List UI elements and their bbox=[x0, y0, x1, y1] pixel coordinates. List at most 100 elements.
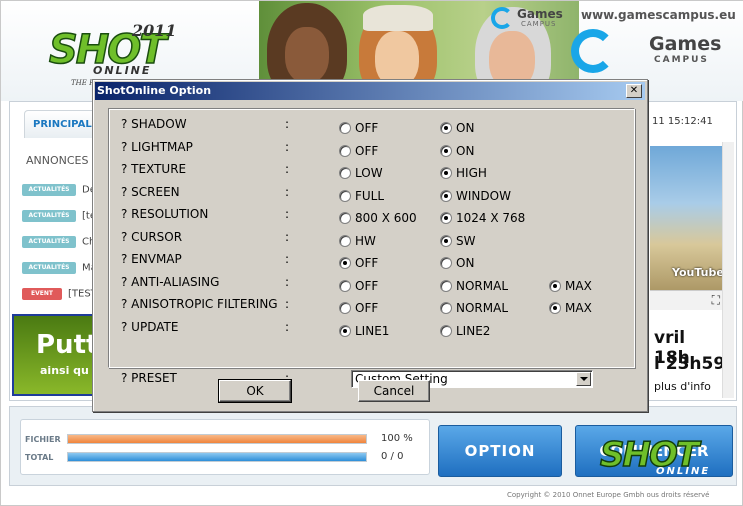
promo-banner-left[interactable]: Putt ainsi qu bbox=[12, 314, 102, 396]
radio-checked-icon[interactable] bbox=[549, 280, 561, 292]
option-row: ? CURSOR: HW SW bbox=[109, 228, 634, 248]
radio-checked-icon[interactable] bbox=[440, 145, 452, 157]
radio-checked-icon[interactable] bbox=[549, 302, 561, 314]
option-choice[interactable]: FULL bbox=[339, 185, 385, 203]
option-choice[interactable]: NORMAL bbox=[440, 297, 509, 315]
option-label: ? UPDATE bbox=[121, 320, 179, 334]
option-choice[interactable]: OFF bbox=[339, 140, 378, 158]
news-item[interactable]: EVENT [TEST] bbox=[22, 288, 101, 302]
radio-checked-icon[interactable] bbox=[440, 167, 452, 179]
gamescampus-g-icon bbox=[571, 29, 615, 73]
option-choice-label: ON bbox=[456, 121, 475, 135]
radio-unchecked-icon[interactable] bbox=[339, 212, 351, 224]
fullscreen-icon[interactable]: ⛶ bbox=[712, 293, 720, 308]
option-choice-label: 1024 X 768 bbox=[456, 211, 526, 225]
radio-unchecked-icon[interactable] bbox=[440, 257, 452, 269]
option-label: ? ANTI-ALIASING bbox=[121, 275, 220, 289]
news-badge: ACTUALITÉS bbox=[22, 184, 76, 196]
radio-unchecked-icon[interactable] bbox=[339, 302, 351, 314]
website-link[interactable]: www.gamescampus.eu bbox=[581, 8, 736, 22]
option-choice[interactable]: NORMAL bbox=[440, 275, 508, 293]
option-choice[interactable]: OFF bbox=[339, 275, 379, 293]
option-choice-label: OFF bbox=[355, 279, 379, 293]
radio-unchecked-icon[interactable] bbox=[339, 190, 351, 202]
radio-unchecked-icon[interactable] bbox=[440, 280, 452, 292]
option-choice[interactable]: OFF bbox=[339, 252, 378, 270]
option-choice[interactable]: LINE1 bbox=[339, 320, 389, 338]
news-item[interactable]: ACTUALITÉS Ma bbox=[22, 262, 97, 276]
radio-unchecked-icon[interactable] bbox=[339, 235, 351, 247]
option-choice-label: OFF bbox=[355, 121, 379, 135]
option-choice-label: NORMAL bbox=[456, 301, 509, 315]
radio-checked-icon[interactable] bbox=[440, 235, 452, 247]
progress-file-label: FICHIER bbox=[25, 435, 61, 444]
logo-online-text: ONLINE bbox=[93, 64, 152, 77]
news-item[interactable]: ACTUALITÉS Ch bbox=[22, 236, 95, 250]
option-colon: : bbox=[285, 230, 290, 244]
radio-checked-icon[interactable] bbox=[440, 122, 452, 134]
option-choice[interactable]: HW bbox=[339, 230, 376, 248]
radio-checked-icon[interactable] bbox=[440, 212, 452, 224]
option-button[interactable]: OPTION bbox=[438, 425, 562, 477]
news-item[interactable]: ACTUALITÉS [te bbox=[22, 210, 96, 224]
option-row: ? TEXTURE: LOW HIGH bbox=[109, 160, 634, 180]
radio-checked-icon[interactable] bbox=[339, 325, 351, 337]
option-row: ? ENVMAP: OFF ON bbox=[109, 250, 634, 270]
option-choice[interactable]: WINDOW bbox=[440, 185, 511, 203]
option-choice[interactable]: ON bbox=[440, 117, 475, 135]
option-row: ? ANTI-ALIASING: OFF NORMAL MAX bbox=[109, 273, 634, 293]
option-row: ? SCREEN: FULL WINDOW bbox=[109, 183, 634, 203]
option-label: ? TEXTURE bbox=[121, 162, 187, 176]
commencer-button[interactable]: COMMENCER SHOT ONLINE bbox=[575, 425, 733, 477]
progress-total-track bbox=[67, 452, 367, 462]
gamescampus-small-logo: Games CAMPUS bbox=[491, 7, 567, 31]
option-choice[interactable]: ON bbox=[440, 252, 475, 270]
gamescampus-g-icon bbox=[491, 7, 513, 29]
option-choice[interactable]: LOW bbox=[339, 162, 383, 180]
option-choice[interactable]: 800 X 600 bbox=[339, 207, 417, 225]
promo-right-line2: l 23h59 bbox=[654, 354, 726, 374]
option-choice[interactable]: OFF bbox=[339, 297, 378, 315]
radio-unchecked-icon[interactable] bbox=[339, 145, 351, 157]
option-choice[interactable]: MAX bbox=[549, 297, 592, 315]
radio-unchecked-icon[interactable] bbox=[339, 167, 351, 179]
cancel-button[interactable]: Cancel bbox=[358, 380, 430, 402]
progress-file-fill bbox=[68, 435, 366, 443]
radio-checked-icon[interactable] bbox=[440, 190, 452, 202]
chevron-down-icon[interactable] bbox=[576, 372, 591, 386]
option-choice[interactable]: MAX bbox=[549, 275, 592, 293]
ok-button[interactable]: OK bbox=[218, 379, 292, 403]
option-choice[interactable]: LINE2 bbox=[440, 320, 491, 338]
option-choice-label: ON bbox=[456, 256, 475, 270]
radio-checked-icon[interactable] bbox=[339, 257, 351, 269]
option-choice[interactable]: HIGH bbox=[440, 162, 487, 180]
radio-unchecked-icon[interactable] bbox=[440, 302, 452, 314]
radio-unchecked-icon[interactable] bbox=[339, 280, 351, 292]
video-player[interactable]: YouTube ⛶ bbox=[650, 146, 726, 310]
promo-right-line3[interactable]: plus d'info bbox=[654, 380, 711, 393]
news-item[interactable]: ACTUALITÉS De bbox=[22, 184, 96, 198]
option-choice[interactable]: SW bbox=[440, 230, 475, 248]
dialog-titlebar[interactable]: ShotOnline Option ✕ bbox=[95, 82, 645, 100]
option-choice[interactable]: 1024 X 768 bbox=[440, 207, 526, 225]
option-colon: : bbox=[285, 162, 290, 176]
option-choice[interactable]: ON bbox=[440, 140, 474, 158]
option-choice-label: FULL bbox=[355, 189, 385, 203]
radio-unchecked-icon[interactable] bbox=[339, 122, 351, 134]
option-choice-label: WINDOW bbox=[456, 189, 511, 203]
news-badge: ACTUALITÉS bbox=[22, 262, 76, 274]
close-button[interactable]: ✕ bbox=[626, 84, 642, 98]
option-choice-label: HIGH bbox=[456, 166, 487, 180]
option-label: ? CURSOR bbox=[121, 230, 183, 244]
close-icon: ✕ bbox=[629, 85, 639, 96]
progress-total-label: TOTAL bbox=[25, 453, 54, 462]
copyright-text: Copyright © 2010 Onnet Europe Gmbh ous d… bbox=[507, 491, 710, 499]
progress-file-text: 100 % bbox=[381, 433, 413, 444]
promo-banner-right[interactable]: vril 18h l 23h59 plus d'info bbox=[650, 314, 726, 396]
option-row: ? RESOLUTION: 800 X 600 1024 X 768 bbox=[109, 205, 634, 225]
radio-unchecked-icon[interactable] bbox=[440, 325, 452, 337]
news-scrollbar[interactable] bbox=[722, 142, 734, 398]
option-choice-label: LINE2 bbox=[456, 324, 491, 338]
option-choice[interactable]: OFF bbox=[339, 117, 379, 135]
option-choice-label: MAX bbox=[565, 279, 592, 293]
